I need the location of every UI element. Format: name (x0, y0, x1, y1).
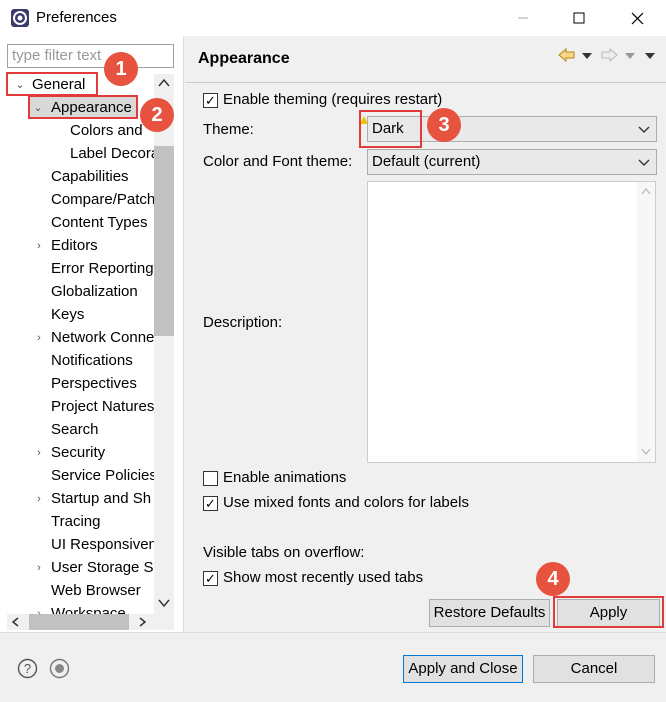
color-font-theme-label: Color and Font theme: (203, 153, 353, 170)
enable-animations-label: Enable animations (223, 469, 347, 486)
enable-theming-checkbox[interactable]: ✓ (203, 93, 218, 108)
header-divider (185, 82, 666, 83)
chevron-right-icon[interactable]: › (33, 235, 45, 257)
chevron-right-icon[interactable]: › (33, 557, 45, 579)
window-title: Preferences (36, 9, 117, 26)
preference-tree: ⌄ General ⌄ Appearance Colors and Label … (0, 74, 154, 614)
tree-item-error-reporting[interactable]: Error Reporting (51, 258, 154, 280)
forward-dropdown-icon[interactable] (625, 53, 635, 59)
dialog-footer: ? Apply and Close Cancel (0, 632, 666, 702)
chevron-right-icon[interactable]: › (33, 488, 45, 510)
tree-item-content-types[interactable]: Content Types (51, 212, 147, 234)
forward-arrow-icon[interactable] (600, 47, 618, 63)
minimize-icon[interactable] (500, 0, 546, 36)
scroll-up-icon[interactable] (158, 78, 170, 88)
tree-item-compare-patch[interactable]: Compare/Patch (51, 189, 154, 211)
enable-theming-label: Enable theming (requires restart) (223, 91, 443, 108)
chevron-down-icon (638, 126, 650, 133)
view-menu-icon[interactable] (645, 53, 655, 59)
tree-item-web-browser[interactable]: Web Browser (51, 580, 141, 602)
tree-item-keys[interactable]: Keys (51, 304, 84, 326)
tree-item-search[interactable]: Search (51, 419, 99, 441)
restore-defaults-button[interactable]: Restore Defaults (429, 599, 550, 627)
annotation-badge-3: 3 (427, 108, 461, 142)
title-bar: Preferences (0, 0, 666, 36)
show-recent-tabs-label: Show most recently used tabs (223, 569, 424, 586)
scrollbar-thumb[interactable] (29, 614, 129, 630)
scroll-down-icon[interactable] (641, 448, 651, 455)
theme-label: Theme: (203, 121, 254, 138)
chevron-right-icon[interactable]: › (33, 603, 45, 614)
svg-text:?: ? (24, 661, 31, 676)
filter-input[interactable]: type filter text (7, 44, 174, 68)
close-icon[interactable] (614, 0, 660, 36)
scroll-right-icon[interactable] (139, 617, 147, 627)
annotation-badge-2: 2 (140, 98, 174, 132)
tree-item-ui-responsiveness[interactable]: UI Responsiven (51, 534, 154, 556)
tree-item-globalization[interactable]: Globalization (51, 281, 138, 303)
record-icon[interactable] (49, 658, 70, 679)
description-scrollbar[interactable] (637, 182, 655, 462)
mixed-fonts-checkbox[interactable]: ✓ (203, 496, 218, 511)
highlight-theme (359, 110, 422, 148)
tree-item-project-natures[interactable]: Project Natures (51, 396, 154, 418)
scroll-up-icon[interactable] (641, 188, 651, 195)
maximize-icon[interactable] (556, 0, 602, 36)
cancel-button[interactable]: Cancel (533, 655, 655, 683)
chevron-down-icon (638, 159, 650, 166)
tree-item-notifications[interactable]: Notifications (51, 350, 133, 372)
back-arrow-icon[interactable] (558, 47, 576, 63)
tree-item-perspectives[interactable]: Perspectives (51, 373, 137, 395)
preference-page: Appearance ✓ Enable theming (requires re… (185, 36, 666, 632)
tree-item-service-policies[interactable]: Service Policies (51, 465, 154, 487)
chevron-right-icon[interactable]: › (33, 442, 45, 464)
tree-item-label-decorations[interactable]: Label Decora (70, 143, 154, 165)
tree-item-capabilities[interactable]: Capabilities (51, 166, 129, 188)
tree-horizontal-scrollbar[interactable] (7, 614, 174, 630)
tree-item-tracing[interactable]: Tracing (51, 511, 100, 533)
enable-animations-checkbox[interactable] (203, 471, 218, 486)
back-dropdown-icon[interactable] (582, 53, 592, 59)
help-icon[interactable]: ? (17, 658, 38, 679)
tree-vertical-scrollbar[interactable] (154, 74, 174, 614)
mixed-fonts-label: Use mixed fonts and colors for labels (223, 494, 469, 511)
show-recent-tabs-checkbox[interactable]: ✓ (203, 571, 218, 586)
apply-and-close-button[interactable]: Apply and Close (403, 655, 523, 683)
scroll-left-icon[interactable] (11, 617, 19, 627)
scrollbar-thumb[interactable] (154, 146, 174, 336)
highlight-general (6, 72, 98, 96)
highlight-apply (553, 596, 664, 628)
page-title: Appearance (198, 50, 290, 67)
color-font-theme-dropdown[interactable]: Default (current) (367, 149, 657, 175)
visible-tabs-label: Visible tabs on overflow: (203, 544, 365, 561)
annotation-badge-4: 4 (536, 562, 570, 596)
description-textarea[interactable] (367, 181, 656, 463)
description-label: Description: (203, 314, 283, 331)
annotation-badge-1: 1 (104, 52, 138, 86)
tree-item-colors-and-fonts[interactable]: Colors and (70, 120, 143, 142)
highlight-appearance (28, 95, 138, 119)
scroll-down-icon[interactable] (158, 598, 170, 608)
eclipse-app-icon (11, 9, 29, 27)
chevron-right-icon[interactable]: › (33, 327, 45, 349)
